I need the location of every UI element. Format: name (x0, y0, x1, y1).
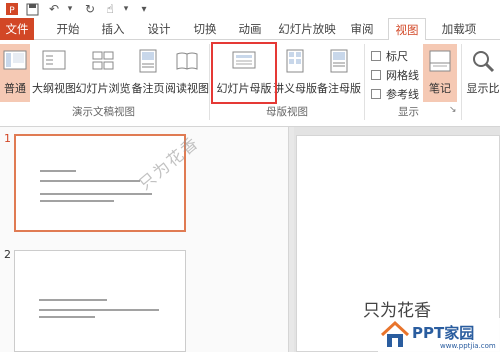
notes-page-button[interactable]: 备注页 (130, 44, 166, 102)
gridlines-label: 网格线 (386, 69, 419, 82)
powerpoint-logo-icon: P (4, 1, 20, 17)
quick-access-toolbar: P ↶ ▾ ↻ ☝ ▾ ▾ (0, 0, 500, 18)
group-separator (461, 44, 462, 120)
slide-number: 1 (4, 132, 11, 145)
zoom-label: 显示比 (466, 82, 500, 95)
handout-master-button[interactable]: 讲义母版 (273, 44, 317, 102)
tab-view[interactable]: 视图 (388, 18, 426, 41)
slide-sorter-label: 幻灯片浏览 (75, 82, 131, 95)
outline-view-label: 大纲视图 (32, 82, 76, 95)
guides-checkbox-box[interactable] (371, 89, 381, 99)
normal-view-label: 普通 (4, 82, 26, 95)
dialog-launcher-icon[interactable]: ↘ (449, 105, 457, 115)
gridlines-checkbox[interactable]: 网格线 (371, 67, 419, 83)
thumb-text-line (39, 299, 107, 301)
tab-addins[interactable]: 加载项 (436, 18, 482, 40)
highlight-box (211, 42, 277, 104)
notes-button[interactable]: 笔记 (423, 44, 457, 102)
tab-review[interactable]: 审阅 (346, 18, 378, 40)
tab-slideshow[interactable]: 幻灯片放映 (277, 18, 337, 40)
undo-icon[interactable]: ↶ (46, 1, 62, 17)
reading-view-button[interactable]: 阅读视图 (165, 44, 209, 102)
notes-master-label: 备注母版 (317, 82, 361, 95)
slide-number: 2 (4, 248, 11, 261)
group-label-show: 显示 (398, 106, 419, 118)
slide-thumbnails-pane[interactable]: 1 2 (0, 127, 288, 352)
notes-master-button[interactable]: 备注母版 (316, 44, 362, 102)
group-label-presentation-views: 演示文稿视图 (72, 106, 135, 118)
handout-master-icon (286, 49, 304, 73)
notes-page-label: 备注页 (131, 82, 165, 95)
zoom-button[interactable]: 显示比 (466, 44, 500, 102)
house-logo-icon (380, 320, 410, 347)
thumb-text-line (40, 200, 114, 202)
handout-master-label: 讲义母版 (273, 82, 317, 95)
logo-url: www.pptjia.com (440, 342, 496, 350)
thumb-text-line (40, 180, 140, 182)
normal-view-icon (3, 50, 27, 70)
outline-view-button[interactable]: 大纲视图 (31, 44, 77, 102)
normal-view-button[interactable]: 普通 (0, 44, 30, 102)
thumb-text-line (40, 170, 76, 172)
site-logo: PPT家园 www.pptjia.com (378, 318, 500, 352)
tab-transitions[interactable]: 切换 (189, 18, 221, 40)
reading-view-icon (176, 52, 198, 70)
guides-label: 参考线 (386, 88, 419, 101)
group-separator (364, 44, 365, 120)
ruler-label: 标尺 (386, 50, 408, 63)
touch-mode-dropdown-icon[interactable]: ▾ (118, 1, 134, 17)
group-separator (209, 44, 210, 120)
undo-dropdown-icon[interactable]: ▾ (62, 1, 78, 17)
reading-view-label: 阅读视图 (165, 82, 209, 95)
group-label-master-views: 母版视图 (266, 106, 308, 118)
outline-view-icon (42, 50, 66, 70)
slide-sorter-button[interactable]: 幻灯片浏览 (75, 44, 131, 102)
thumb-text-line (39, 309, 159, 311)
svg-text:P: P (9, 6, 15, 16)
logo-title: PPT家园 (412, 324, 475, 342)
notes-page-icon (139, 49, 157, 73)
tab-file[interactable]: 文件 (0, 18, 34, 40)
gridlines-checkbox-box[interactable] (371, 70, 381, 80)
tab-insert[interactable]: 插入 (97, 18, 129, 40)
thumb-text-line (39, 316, 95, 318)
magnifier-icon (473, 51, 495, 73)
touch-mode-icon[interactable]: ☝ (102, 1, 118, 17)
tab-home[interactable]: 开始 (52, 18, 84, 40)
notes-icon (429, 50, 451, 72)
ruler-checkbox[interactable]: 标尺 (371, 48, 408, 64)
slide-sorter-icon (92, 51, 114, 70)
guides-checkbox[interactable]: 参考线 (371, 86, 419, 102)
notes-master-icon (330, 49, 348, 73)
tab-animations[interactable]: 动画 (234, 18, 266, 40)
slide-thumbnail-2[interactable] (14, 250, 186, 352)
customize-toolbar-icon[interactable]: ▾ (136, 1, 152, 17)
tab-design[interactable]: 设计 (143, 18, 175, 40)
redo-icon[interactable]: ↻ (82, 1, 98, 17)
thumb-text-line (40, 193, 152, 195)
save-icon[interactable] (24, 1, 40, 17)
ruler-checkbox-box[interactable] (371, 51, 381, 61)
notes-label: 笔记 (429, 82, 451, 95)
ribbon-tabs: 文件 开始 插入 设计 切换 动画 幻灯片放映 审阅 视图 加载项 (0, 18, 500, 41)
